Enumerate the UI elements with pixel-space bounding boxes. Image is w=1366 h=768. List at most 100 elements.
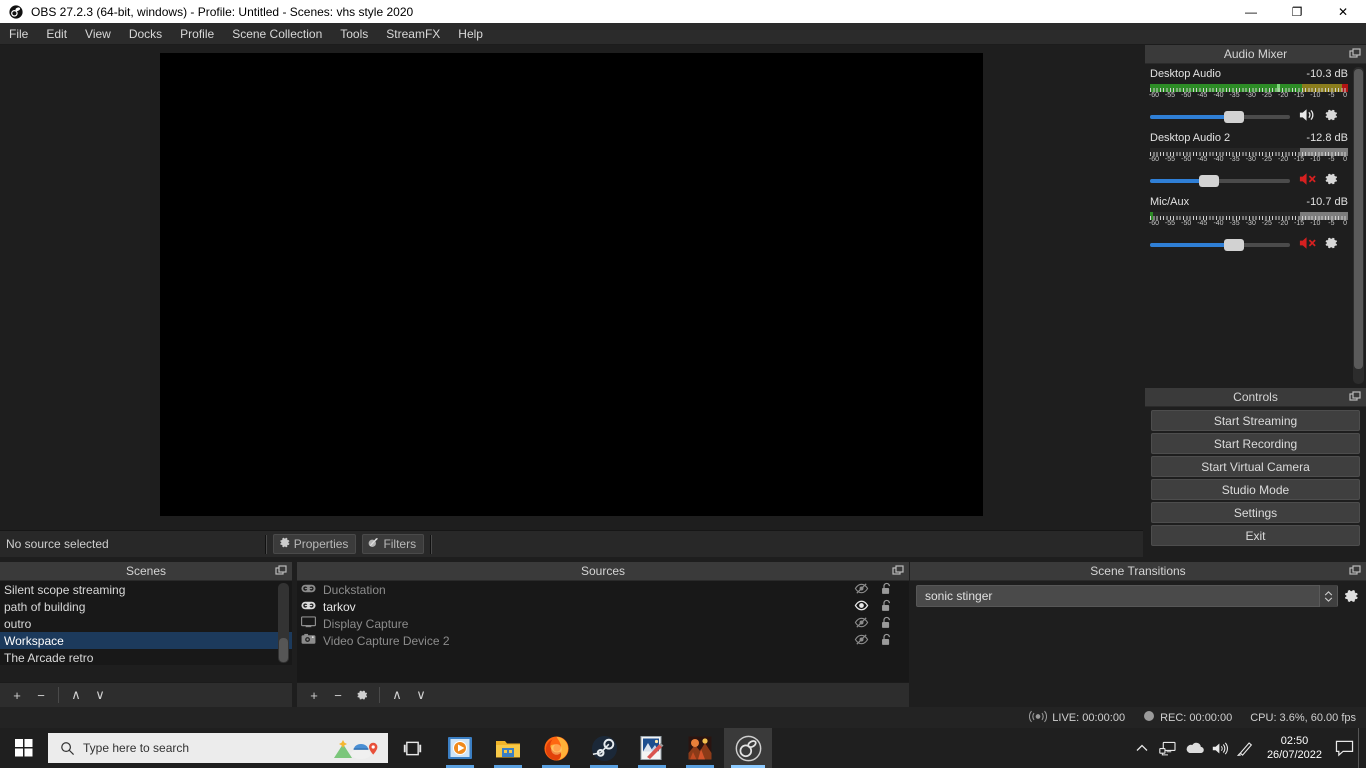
- menu-item-file[interactable]: File: [0, 24, 37, 44]
- float-dock-icon[interactable]: [1349, 391, 1361, 403]
- start-streaming-button[interactable]: Start Streaming: [1151, 410, 1360, 431]
- settings-button[interactable]: Settings: [1151, 502, 1360, 523]
- scenes-list[interactable]: Silent scope streaming path of building …: [0, 581, 292, 665]
- source-item[interactable]: Video Capture Device 2: [297, 632, 909, 649]
- move-scene-down-button[interactable]: ∨: [89, 685, 111, 705]
- move-source-up-button[interactable]: ∧: [386, 685, 408, 705]
- show-hidden-icons-icon[interactable]: [1129, 728, 1155, 768]
- lock-toggle-unlocked-icon[interactable]: [880, 616, 893, 633]
- remove-scene-button[interactable]: −: [30, 685, 52, 705]
- float-dock-icon[interactable]: [275, 565, 287, 577]
- source-item[interactable]: Duckstation: [297, 581, 909, 598]
- taskbar-app-game[interactable]: [676, 728, 724, 768]
- source-item[interactable]: Display Capture: [297, 615, 909, 632]
- scene-item[interactable]: outro: [0, 615, 292, 632]
- mixer-source-name: Desktop Audio: [1150, 68, 1221, 80]
- maximize-button[interactable]: ❐: [1274, 0, 1320, 23]
- studio-mode-button[interactable]: Studio Mode: [1151, 479, 1360, 500]
- menu-item-edit[interactable]: Edit: [37, 24, 76, 44]
- remove-source-button[interactable]: −: [327, 685, 349, 705]
- menu-item-scene-collection[interactable]: Scene Collection: [223, 24, 331, 44]
- scene-item[interactable]: path of building: [0, 598, 292, 615]
- menu-item-streamfx[interactable]: StreamFX: [377, 24, 449, 44]
- lock-toggle-unlocked-icon[interactable]: [880, 599, 893, 616]
- source-item[interactable]: tarkov: [297, 598, 909, 615]
- volume-icon[interactable]: [1207, 728, 1233, 768]
- mixer-source-desktop-audio-2[interactable]: Desktop Audio 2 -12.8 dB -60 -55 -50 -45 -4…: [1145, 130, 1353, 194]
- network-icon[interactable]: [1155, 728, 1181, 768]
- audio-mixer-scrollbar[interactable]: [1353, 67, 1364, 384]
- taskbar-app-file-explorer[interactable]: [484, 728, 532, 768]
- audio-settings-gear-icon[interactable]: [1323, 107, 1339, 128]
- visibility-toggle-hidden-icon[interactable]: [854, 633, 869, 649]
- visibility-toggle-hidden-icon[interactable]: [854, 582, 869, 598]
- lock-toggle-unlocked-icon[interactable]: [880, 633, 893, 650]
- scenes-title: Scenes: [125, 564, 167, 578]
- volume-slider[interactable]: [1150, 110, 1290, 124]
- float-dock-icon[interactable]: [1349, 48, 1361, 60]
- mixer-source-desktop-audio[interactable]: Desktop Audio -10.3 dB -60 -55 -50 -45 -40-…: [1145, 66, 1353, 130]
- lock-toggle-unlocked-icon[interactable]: [880, 582, 893, 599]
- sources-dock: Sources Duckstation tarkov Display Captu…: [297, 562, 909, 707]
- volume-slider[interactable]: [1150, 238, 1290, 252]
- taskbar-app-photo-editor[interactable]: [628, 728, 676, 768]
- menu-item-tools[interactable]: Tools: [331, 24, 377, 44]
- add-source-button[interactable]: +: [303, 685, 325, 705]
- show-desktop-button[interactable]: [1358, 728, 1364, 768]
- float-dock-icon[interactable]: [1349, 565, 1361, 577]
- taskbar-app-obs[interactable]: [724, 728, 772, 768]
- source-properties-gear-icon[interactable]: [351, 685, 373, 705]
- mixer-source-mic-aux[interactable]: Mic/Aux -10.7 dB -60 -55 -50 -45 -40 -35 -30…: [1145, 194, 1353, 258]
- transition-spinner[interactable]: [1319, 585, 1337, 607]
- mute-button[interactable]: [1298, 235, 1317, 256]
- transition-properties-gear-icon[interactable]: [1342, 585, 1360, 610]
- scene-item-selected[interactable]: Workspace: [0, 632, 292, 649]
- controls-dock: Controls Start Streaming Start Recording…: [1145, 388, 1366, 553]
- taskbar-app-steam[interactable]: [580, 728, 628, 768]
- scenes-scrollbar[interactable]: [278, 583, 289, 663]
- audio-settings-gear-icon[interactable]: [1323, 171, 1339, 192]
- volume-slider[interactable]: [1150, 174, 1290, 188]
- mute-button[interactable]: [1298, 107, 1317, 128]
- start-button[interactable]: [0, 728, 48, 768]
- task-view-button[interactable]: [388, 728, 436, 768]
- search-placeholder: Type here to search: [83, 741, 190, 755]
- rec-status: REC: 00:00:00: [1143, 710, 1232, 725]
- source-item-label: Duckstation: [323, 582, 386, 597]
- minimize-button[interactable]: —: [1228, 0, 1274, 23]
- filters-button[interactable]: Filters: [362, 534, 425, 554]
- pen-icon[interactable]: [1233, 728, 1259, 768]
- exit-button[interactable]: Exit: [1151, 525, 1360, 546]
- float-dock-icon[interactable]: [892, 565, 904, 577]
- visibility-toggle-visible-icon[interactable]: [854, 599, 869, 615]
- move-scene-up-button[interactable]: ∧: [65, 685, 87, 705]
- scrollbar-thumb[interactable]: [1354, 69, 1363, 369]
- preview-canvas[interactable]: [160, 53, 983, 516]
- onedrive-icon[interactable]: [1181, 728, 1207, 768]
- search-icon: [60, 741, 75, 756]
- properties-button[interactable]: Properties: [272, 534, 357, 554]
- move-source-down-button[interactable]: ∨: [410, 685, 432, 705]
- audio-settings-gear-icon[interactable]: [1323, 235, 1339, 256]
- search-input[interactable]: Type here to search: [48, 733, 388, 763]
- start-virtual-camera-button[interactable]: Start Virtual Camera: [1151, 456, 1360, 477]
- menu-item-view[interactable]: View: [76, 24, 120, 44]
- scene-item[interactable]: The Arcade retro: [0, 649, 292, 665]
- taskbar-app-media-player[interactable]: [436, 728, 484, 768]
- transition-select[interactable]: sonic stinger: [916, 585, 1338, 607]
- start-recording-button[interactable]: Start Recording: [1151, 433, 1360, 454]
- notification-icon[interactable]: [1330, 728, 1358, 768]
- visibility-toggle-hidden-icon[interactable]: [854, 616, 869, 632]
- scene-item[interactable]: Silent scope streaming: [0, 581, 292, 598]
- scene-transitions-dock: Scene Transitions sonic stinger: [910, 562, 1366, 707]
- add-scene-button[interactable]: +: [6, 685, 28, 705]
- scrollbar-thumb[interactable]: [279, 638, 288, 662]
- sources-list[interactable]: Duckstation tarkov Display Capture Video…: [297, 581, 909, 682]
- clock[interactable]: 02:50 26/07/2022: [1259, 734, 1330, 762]
- menu-item-docks[interactable]: Docks: [120, 24, 171, 44]
- taskbar-app-firefox[interactable]: [532, 728, 580, 768]
- mute-button[interactable]: [1298, 171, 1317, 192]
- close-button[interactable]: ✕: [1320, 0, 1366, 23]
- menu-item-profile[interactable]: Profile: [171, 24, 223, 44]
- menu-item-help[interactable]: Help: [449, 24, 492, 44]
